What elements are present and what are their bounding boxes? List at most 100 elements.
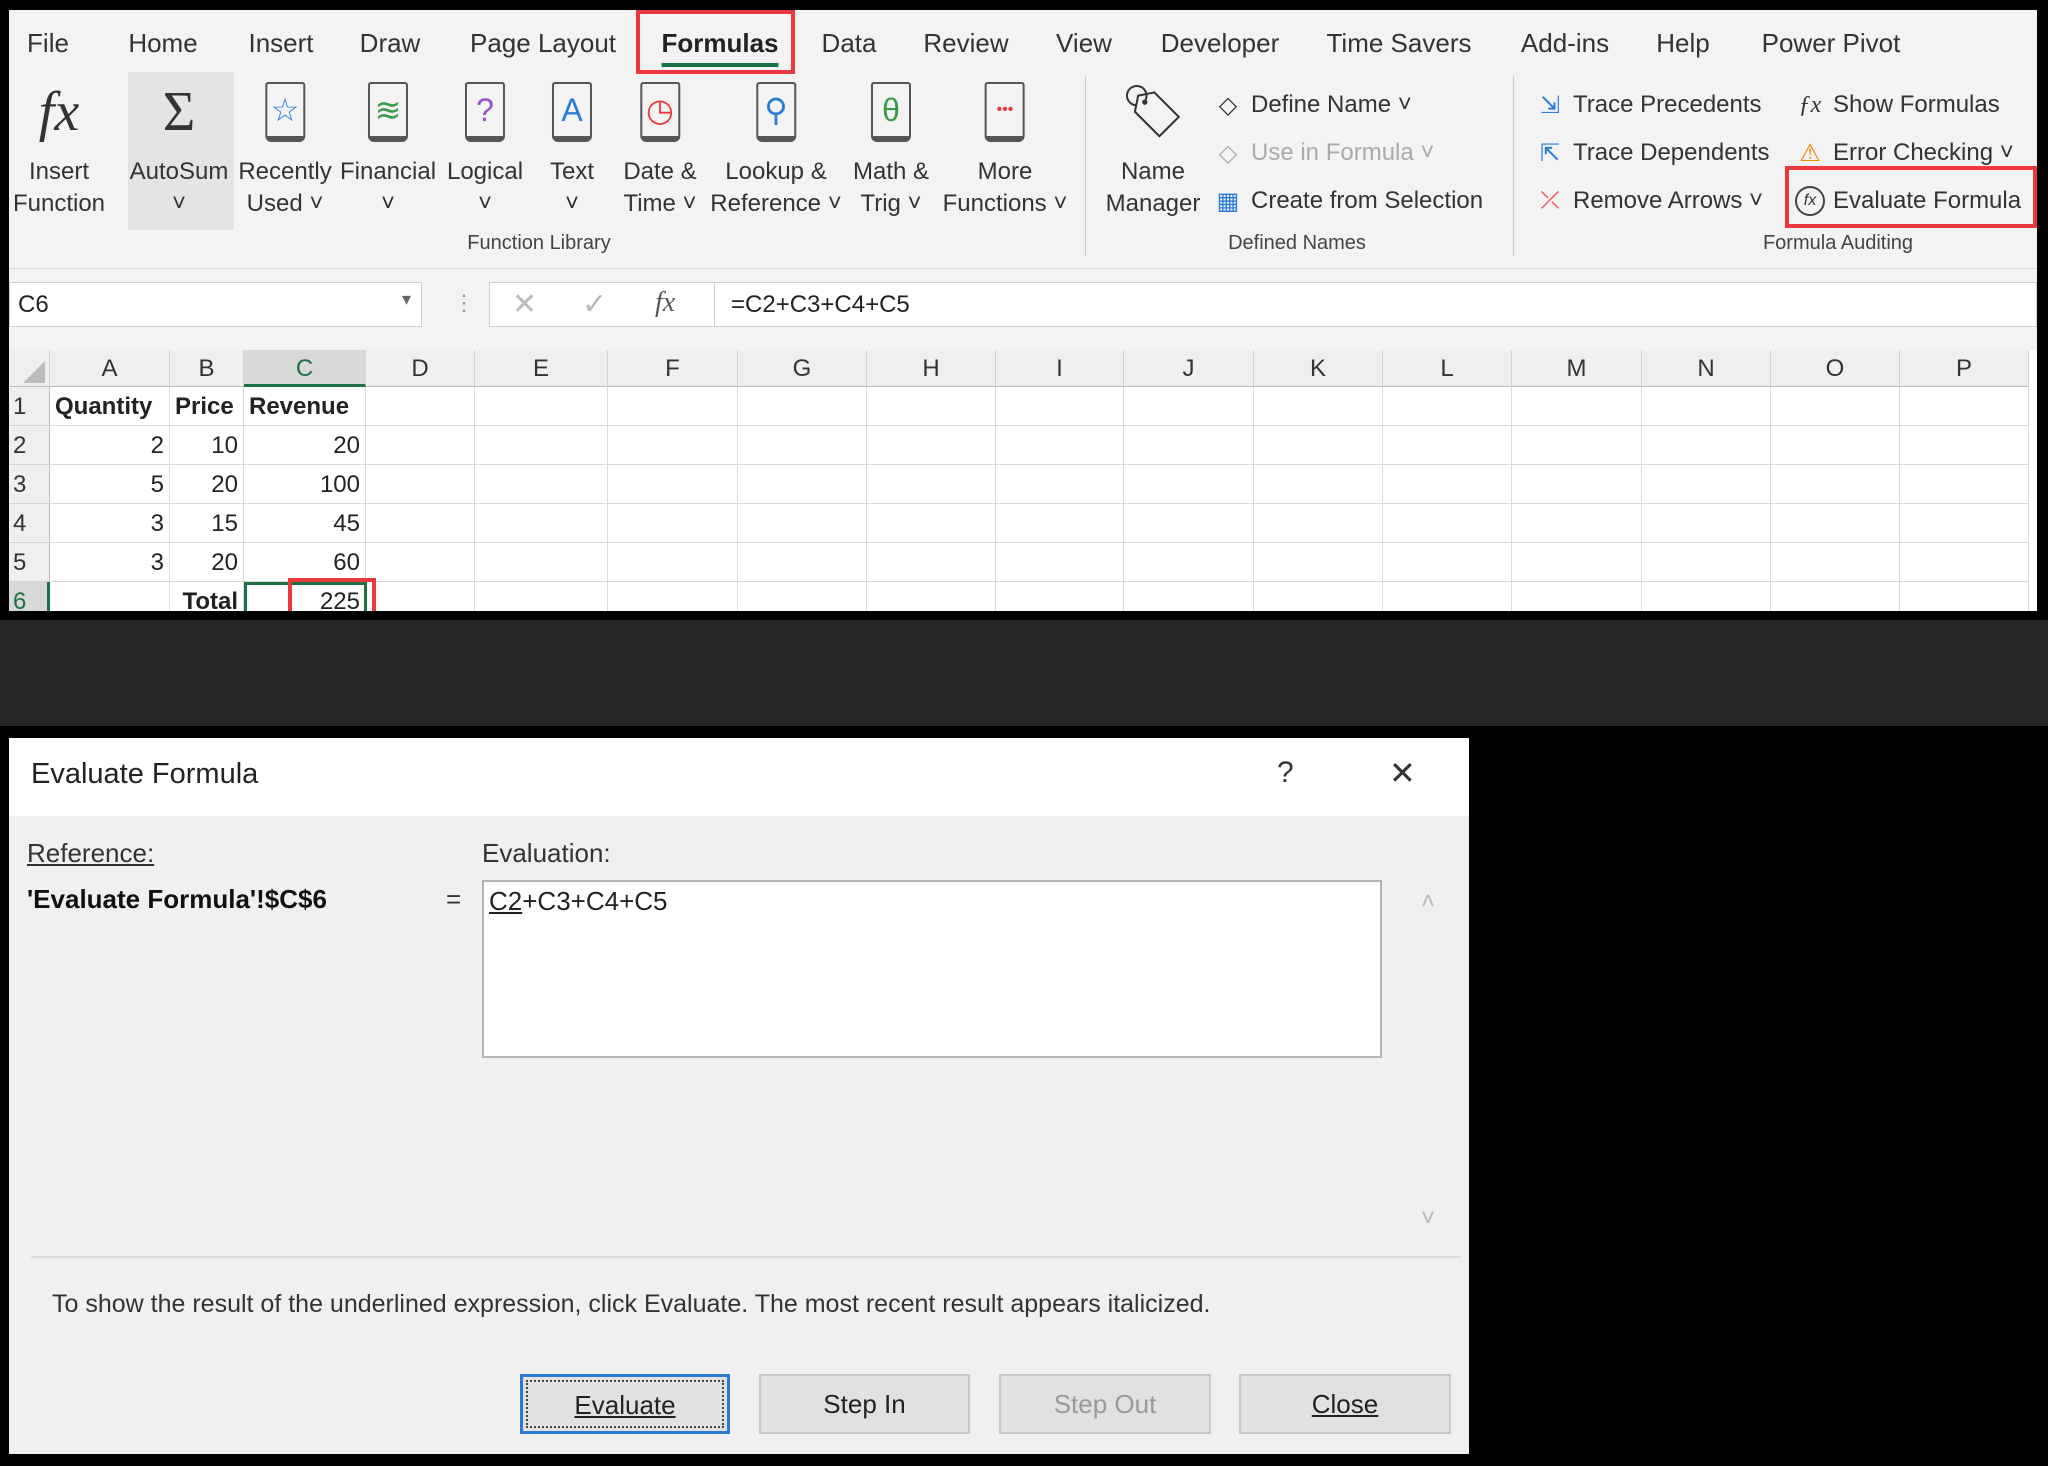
cell-i5[interactable] [996,543,1124,582]
cell-k5[interactable] [1254,543,1383,582]
cell-b6[interactable]: Total [170,582,244,611]
create-from-selection-button[interactable]: ▦ Create from Selection [1213,186,1483,216]
column-header-h[interactable]: H [867,350,996,387]
cell-e2[interactable] [475,426,608,465]
insert-button[interactable]: fx Insert Function [13,78,105,220]
error-checking-button[interactable]: ⚠ Error Checking ˅ [1795,138,2014,168]
cell-d6[interactable] [366,582,475,611]
date-button[interactable]: ◷ Date & Time ˅ [623,78,697,220]
tab-file[interactable]: File [27,28,69,59]
cell-j6[interactable] [1124,582,1254,611]
cell-d4[interactable] [366,504,475,543]
column-header-g[interactable]: G [738,350,867,387]
drag-handle-icon[interactable]: ⋮ [453,290,475,316]
cell-i6[interactable] [996,582,1124,611]
help-button[interactable]: ? [1277,756,1294,790]
cell-l6[interactable] [1383,582,1512,611]
cell-p4[interactable] [1900,504,2029,543]
tab-data[interactable]: Data [822,28,877,59]
cell-g3[interactable] [738,465,867,504]
select-all-corner[interactable] [9,350,50,387]
step-out-button[interactable]: Step Out [999,1374,1211,1434]
financial-button[interactable]: ≋ Financial ˅ [340,78,436,220]
cell-o5[interactable] [1771,543,1900,582]
cell-n3[interactable] [1642,465,1771,504]
cell-e1[interactable] [475,387,608,426]
cell-d2[interactable] [366,426,475,465]
cell-f5[interactable] [608,543,738,582]
column-header-f[interactable]: F [608,350,738,387]
use-in-formula-button[interactable]: ◇ Use in Formula ˅ [1213,138,1435,168]
row-header-6[interactable]: 6 [9,582,50,611]
cell-h4[interactable] [867,504,996,543]
cell-i4[interactable] [996,504,1124,543]
cell-i2[interactable] [996,426,1124,465]
cell-m3[interactable] [1512,465,1642,504]
trace-precedents-button[interactable]: ⇲ Trace Precedents [1535,90,1762,120]
tab-developer[interactable]: Developer [1161,28,1280,59]
cell-o4[interactable] [1771,504,1900,543]
cell-h6[interactable] [867,582,996,611]
cell-l4[interactable] [1383,504,1512,543]
show-formulas-button[interactable]: ƒx Show Formulas [1795,90,2000,120]
cell-f1[interactable] [608,387,738,426]
name-box[interactable]: C6 ▾ [9,282,422,327]
cell-g5[interactable] [738,543,867,582]
lookup-button[interactable]: ⚲ Lookup & Reference ˅ [710,78,842,220]
recently-button[interactable]: ☆ Recently Used ˅ [238,78,332,220]
cell-m6[interactable] [1512,582,1642,611]
cell-m1[interactable] [1512,387,1642,426]
tab-insert[interactable]: Insert [248,28,313,59]
cell-a6[interactable] [50,582,170,611]
evaluation-scrollbar[interactable]: ˄ ˅ [1419,888,1447,1233]
cell-j2[interactable] [1124,426,1254,465]
cell-n6[interactable] [1642,582,1771,611]
cell-b5[interactable]: 20 [170,543,244,582]
column-header-n[interactable]: N [1642,350,1771,387]
tab-home[interactable]: Home [128,28,197,59]
column-header-l[interactable]: L [1383,350,1512,387]
column-header-a[interactable]: A [50,350,170,387]
cell-p5[interactable] [1900,543,2029,582]
cell-b4[interactable]: 15 [170,504,244,543]
cell-l3[interactable] [1383,465,1512,504]
cell-l5[interactable] [1383,543,1512,582]
cell-b2[interactable]: 10 [170,426,244,465]
tab-review[interactable]: Review [923,28,1008,59]
remove-arrows-button[interactable]: ⤫ Remove Arrows ˅ [1535,186,1763,216]
cell-a2[interactable]: 2 [50,426,170,465]
cell-e6[interactable] [475,582,608,611]
trace-dependents-button[interactable]: ⇱ Trace Dependents [1535,138,1770,168]
spreadsheet-grid[interactable]: A B C D E F G H I J K L M N O P 1 Quantity Price Revenue 2 2 1… [9,350,2037,611]
cell-j5[interactable] [1124,543,1254,582]
column-header-o[interactable]: O [1771,350,1900,387]
cell-m2[interactable] [1512,426,1642,465]
cell-d1[interactable] [366,387,475,426]
row-header-3[interactable]: 3 [9,465,50,504]
tab-page-layout[interactable]: Page Layout [470,28,616,59]
formula-bar-input[interactable]: =C2+C3+C4+C5 [714,282,2037,327]
column-header-j[interactable]: J [1124,350,1254,387]
cell-p3[interactable] [1900,465,2029,504]
math-button[interactable]: θ Math & Trig ˅ [853,78,929,220]
enter-check-icon[interactable]: ✓ [582,287,607,322]
cell-f6[interactable] [608,582,738,611]
cell-k1[interactable] [1254,387,1383,426]
cell-e4[interactable] [475,504,608,543]
cell-k4[interactable] [1254,504,1383,543]
cell-p2[interactable] [1900,426,2029,465]
cell-d5[interactable] [366,543,475,582]
close-button[interactable]: Close [1239,1374,1451,1434]
cell-g4[interactable] [738,504,867,543]
column-header-m[interactable]: M [1512,350,1642,387]
cell-k2[interactable] [1254,426,1383,465]
cell-b3[interactable]: 20 [170,465,244,504]
evaluate-button[interactable]: Evaluate [520,1374,730,1434]
row-header-5[interactable]: 5 [9,543,50,582]
cell-o3[interactable] [1771,465,1900,504]
cell-l1[interactable] [1383,387,1512,426]
tab-view[interactable]: View [1056,28,1112,59]
cell-m5[interactable] [1512,543,1642,582]
chevron-down-icon[interactable]: ▾ [402,289,411,310]
cell-f4[interactable] [608,504,738,543]
